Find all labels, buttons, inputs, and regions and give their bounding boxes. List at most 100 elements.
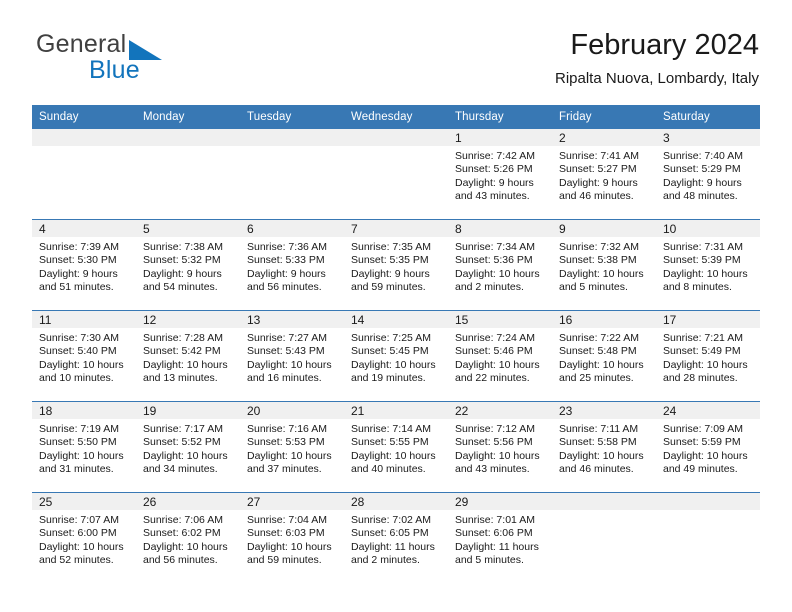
sunrise-text: Sunrise: 7:07 AM (39, 514, 119, 526)
day-number: 11 (32, 311, 136, 328)
daylight-text-line1: Daylight: 9 hours (455, 176, 534, 189)
weekday-header-monday: Monday (136, 105, 240, 129)
weekday-header-row: Sunday Monday Tuesday Wednesday Thursday Frid… (32, 105, 760, 129)
sunrise-text: Sunrise: 7:25 AM (351, 332, 431, 344)
daylight-text-line1: Daylight: 10 hours (559, 358, 644, 371)
calendar-day-cell[interactable]: 24 Sunrise: 7:09 AM Sunset: 5:59 PM Dayligh… (656, 401, 760, 493)
daylight-text-line2: and 28 minutes. (663, 372, 738, 385)
sunrise-text: Sunrise: 7:12 AM (455, 423, 535, 435)
daylight-text-line1: Daylight: 10 hours (247, 358, 332, 371)
calendar-day-cell[interactable]: 1 Sunrise: 7:42 AM Sunset: 5:26 PM Daylight… (448, 129, 552, 220)
calendar-day-cell[interactable]: 3 Sunrise: 7:40 AM Sunset: 5:29 PM Daylight… (656, 129, 760, 220)
daylight-text-line2: and 56 minutes. (247, 281, 322, 294)
day-details: Sunrise: 7:12 AM Sunset: 5:56 PM Daylight:… (448, 419, 552, 477)
calendar-day-cell-empty (344, 129, 448, 220)
sunrise-text: Sunrise: 7:14 AM (351, 423, 431, 435)
sunset-text: Sunset: 5:26 PM (455, 163, 533, 176)
sunset-text: Sunset: 5:27 PM (559, 163, 637, 176)
calendar-day-cell[interactable]: 13 Sunrise: 7:27 AM Sunset: 5:43 PM Dayligh… (240, 310, 344, 402)
sunset-text: Sunset: 5:48 PM (559, 345, 637, 358)
calendar-day-cell[interactable]: 18 Sunrise: 7:19 AM Sunset: 5:50 PM Dayligh… (32, 401, 136, 493)
daylight-text-line2: and 31 minutes. (39, 463, 114, 476)
calendar-day-cell[interactable]: 5 Sunrise: 7:38 AM Sunset: 5:32 PM Daylight… (136, 219, 240, 311)
sunset-text: Sunset: 5:39 PM (663, 254, 741, 267)
sunset-text: Sunset: 5:38 PM (559, 254, 637, 267)
daylight-text-line1: Daylight: 10 hours (663, 267, 748, 280)
sunrise-text: Sunrise: 7:32 AM (559, 241, 639, 253)
daylight-text-line1: Daylight: 10 hours (39, 449, 124, 462)
day-number: 17 (656, 311, 760, 328)
daylight-text-line2: and 10 minutes. (39, 372, 114, 385)
sunset-text: Sunset: 5:35 PM (351, 254, 429, 267)
calendar-day-cell[interactable]: 9 Sunrise: 7:32 AM Sunset: 5:38 PM Daylight… (552, 219, 656, 311)
calendar-day-cell[interactable]: 11 Sunrise: 7:30 AM Sunset: 5:40 PM Dayligh… (32, 310, 136, 402)
day-details: Sunrise: 7:02 AM Sunset: 6:05 PM Daylight:… (344, 510, 448, 568)
sunset-text: Sunset: 5:43 PM (247, 345, 325, 358)
day-number: 15 (448, 311, 552, 328)
calendar-day-cell[interactable]: 12 Sunrise: 7:28 AM Sunset: 5:42 PM Dayligh… (136, 310, 240, 402)
day-details: Sunrise: 7:22 AM Sunset: 5:48 PM Daylight:… (552, 328, 656, 386)
day-number (240, 129, 344, 146)
calendar-day-cell[interactable]: 20 Sunrise: 7:16 AM Sunset: 5:53 PM Dayligh… (240, 401, 344, 493)
calendar-day-cell[interactable]: 26 Sunrise: 7:06 AM Sunset: 6:02 PM Dayligh… (136, 492, 240, 583)
day-number: 14 (344, 311, 448, 328)
calendar-day-cell[interactable]: 14 Sunrise: 7:25 AM Sunset: 5:45 PM Dayligh… (344, 310, 448, 402)
calendar-day-cell[interactable]: 10 Sunrise: 7:31 AM Sunset: 5:39 PM Dayligh… (656, 219, 760, 311)
sunrise-text: Sunrise: 7:09 AM (663, 423, 743, 435)
calendar-day-cell[interactable]: 25 Sunrise: 7:07 AM Sunset: 6:00 PM Dayligh… (32, 492, 136, 583)
sunrise-text: Sunrise: 7:27 AM (247, 332, 327, 344)
day-details: Sunrise: 7:24 AM Sunset: 5:46 PM Daylight:… (448, 328, 552, 386)
daylight-text-line1: Daylight: 10 hours (143, 358, 228, 371)
day-number: 8 (448, 220, 552, 237)
weekday-header-sunday: Sunday (32, 105, 136, 129)
day-number: 27 (240, 493, 344, 510)
sunrise-text: Sunrise: 7:04 AM (247, 514, 327, 526)
day-number: 16 (552, 311, 656, 328)
sunrise-text: Sunrise: 7:34 AM (455, 241, 535, 253)
calendar-day-cell[interactable]: 29 Sunrise: 7:01 AM Sunset: 6:06 PM Dayligh… (448, 492, 552, 583)
calendar-week-row: 1 Sunrise: 7:42 AM Sunset: 5:26 PM Daylight… (32, 129, 760, 220)
calendar-day-cell[interactable]: 4 Sunrise: 7:39 AM Sunset: 5:30 PM Daylight… (32, 219, 136, 311)
general-blue-logo[interactable]: General Blue (32, 28, 252, 90)
calendar-day-cell[interactable]: 2 Sunrise: 7:41 AM Sunset: 5:27 PM Daylight… (552, 129, 656, 220)
calendar-day-cell[interactable]: 17 Sunrise: 7:21 AM Sunset: 5:49 PM Dayligh… (656, 310, 760, 402)
daylight-text-line1: Daylight: 10 hours (247, 449, 332, 462)
daylight-text-line2: and 46 minutes. (559, 190, 634, 203)
daylight-text-line1: Daylight: 10 hours (143, 540, 228, 553)
daylight-text-line2: and 22 minutes. (455, 372, 530, 385)
daylight-text-line2: and 48 minutes. (663, 190, 738, 203)
day-details: Sunrise: 7:28 AM Sunset: 5:42 PM Daylight:… (136, 328, 240, 386)
day-number: 3 (656, 129, 760, 146)
calendar-day-cell[interactable]: 6 Sunrise: 7:36 AM Sunset: 5:33 PM Daylight… (240, 219, 344, 311)
calendar-day-cell[interactable]: 19 Sunrise: 7:17 AM Sunset: 5:52 PM Dayligh… (136, 401, 240, 493)
day-details: Sunrise: 7:35 AM Sunset: 5:35 PM Daylight:… (344, 237, 448, 295)
page-subtitle: Ripalta Nuova, Lombardy, Italy (555, 70, 759, 87)
calendar-day-cell[interactable]: 23 Sunrise: 7:11 AM Sunset: 5:58 PM Dayligh… (552, 401, 656, 493)
sunset-text: Sunset: 5:50 PM (39, 436, 117, 449)
calendar-day-cell[interactable]: 8 Sunrise: 7:34 AM Sunset: 5:36 PM Daylight… (448, 219, 552, 311)
sunrise-text: Sunrise: 7:19 AM (39, 423, 119, 435)
title-block: February 2024 Ripalta Nuova, Lombardy, I… (555, 28, 759, 88)
calendar-day-cell[interactable]: 22 Sunrise: 7:12 AM Sunset: 5:56 PM Dayligh… (448, 401, 552, 493)
calendar-day-cell[interactable]: 15 Sunrise: 7:24 AM Sunset: 5:46 PM Dayligh… (448, 310, 552, 402)
calendar-day-cell-empty (656, 492, 760, 583)
daylight-text-line2: and 59 minutes. (351, 281, 426, 294)
sunrise-text: Sunrise: 7:24 AM (455, 332, 535, 344)
day-number (32, 129, 136, 146)
sunset-text: Sunset: 5:58 PM (559, 436, 637, 449)
day-number: 6 (240, 220, 344, 237)
weekday-header-thursday: Thursday (448, 105, 552, 129)
daylight-text-line2: and 43 minutes. (455, 463, 530, 476)
sunset-text: Sunset: 5:52 PM (143, 436, 221, 449)
calendar-day-cell-empty (136, 129, 240, 220)
calendar-day-cell[interactable]: 7 Sunrise: 7:35 AM Sunset: 5:35 PM Daylight… (344, 219, 448, 311)
calendar-day-cell[interactable]: 21 Sunrise: 7:14 AM Sunset: 5:55 PM Dayligh… (344, 401, 448, 493)
calendar-week-row: 4 Sunrise: 7:39 AM Sunset: 5:30 PM Daylight… (32, 219, 760, 311)
sunset-text: Sunset: 5:56 PM (455, 436, 533, 449)
calendar-day-cell[interactable]: 16 Sunrise: 7:22 AM Sunset: 5:48 PM Dayligh… (552, 310, 656, 402)
calendar-day-cell[interactable]: 27 Sunrise: 7:04 AM Sunset: 6:03 PM Dayligh… (240, 492, 344, 583)
day-details: Sunrise: 7:25 AM Sunset: 5:45 PM Daylight:… (344, 328, 448, 386)
calendar-day-cell[interactable]: 28 Sunrise: 7:02 AM Sunset: 6:05 PM Dayligh… (344, 492, 448, 583)
daylight-text-line2: and 59 minutes. (247, 554, 322, 567)
page-header: General Blue February 2024 Ripalta Nuova… (32, 28, 759, 98)
